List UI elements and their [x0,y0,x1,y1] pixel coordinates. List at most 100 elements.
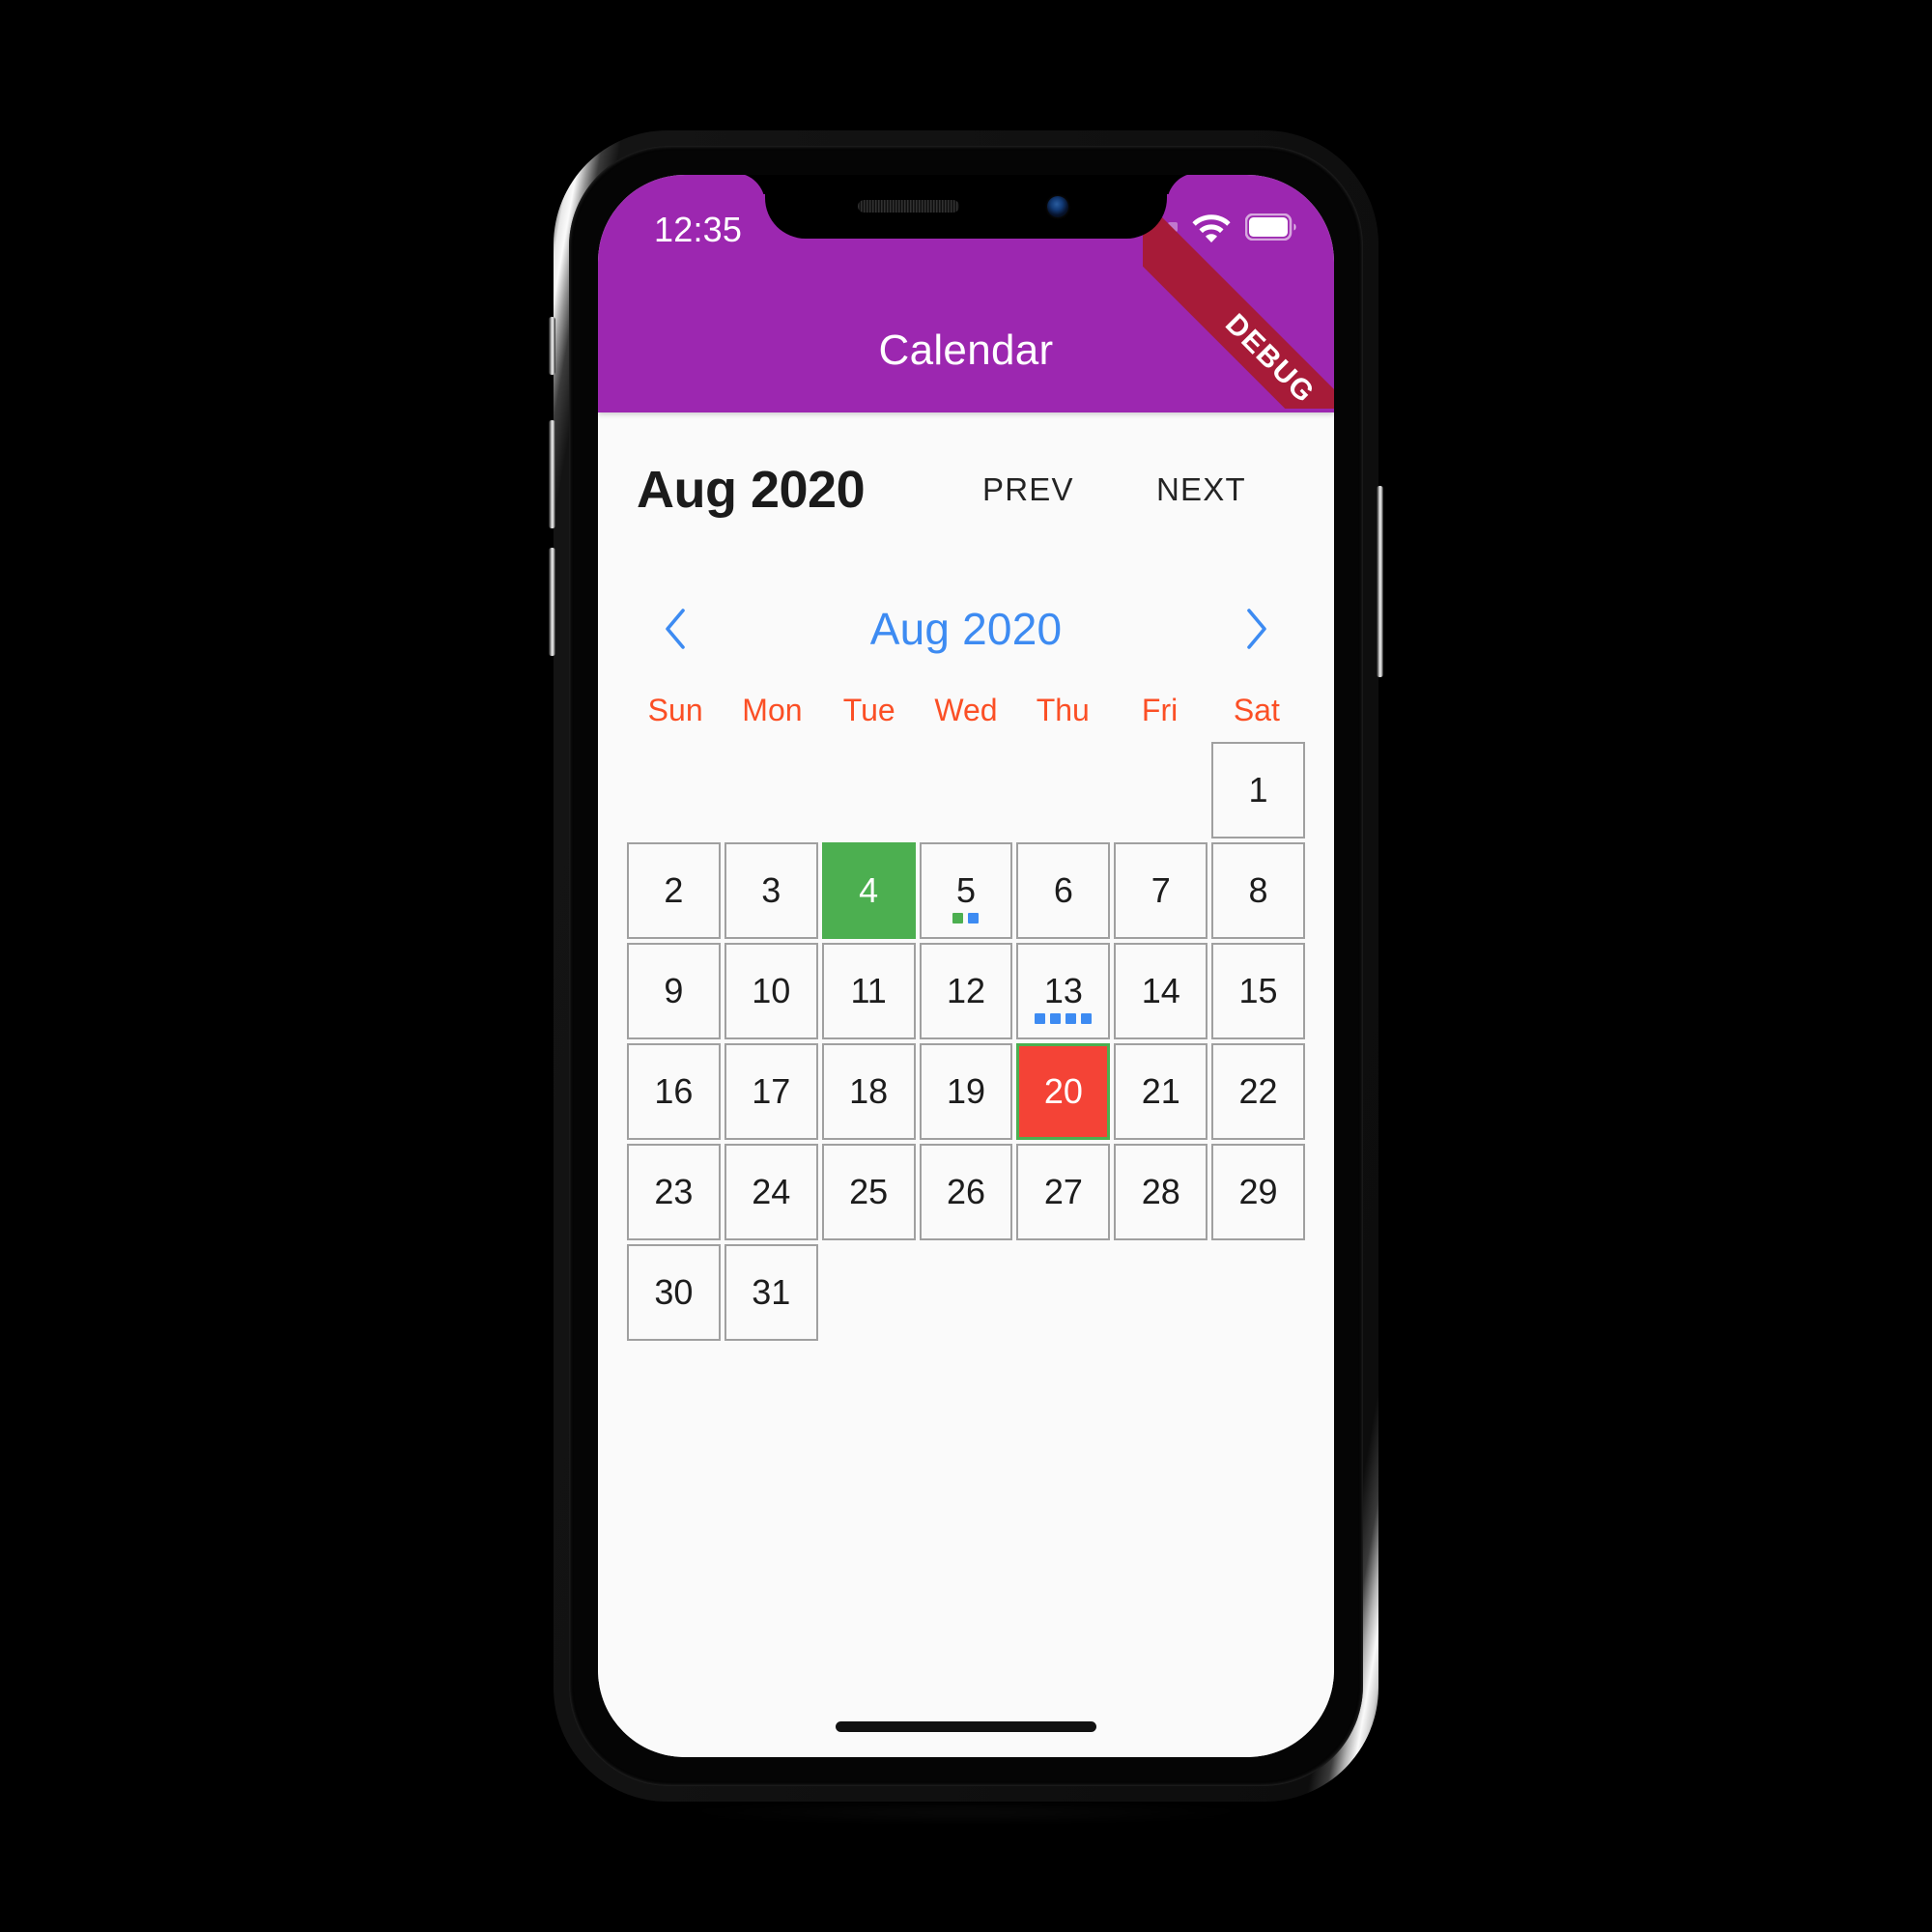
calendar-blank-cell [627,742,721,838]
weekday-label-sun: Sun [647,693,703,727]
volume-down-button[interactable] [549,548,555,656]
event-dot-icon [952,913,964,923]
phone-device-frame: 12:35 DEBUG Calendar Aug 2020 PREV NEXT … [549,130,1383,1802]
calendar-day-cell-28[interactable]: 28 [1114,1144,1208,1240]
app-content: Aug 2020 PREV NEXT Aug 2020 Sun Mon Tue … [598,412,1334,1757]
calendar-day-cell-31[interactable]: 31 [724,1244,818,1341]
calendar-day-number: 11 [850,971,887,1010]
weekday-label-mon: Mon [742,693,803,727]
event-dot-icon [968,913,980,923]
next-month-button[interactable]: NEXT [1156,471,1246,508]
calendar-day-number: 19 [946,1071,986,1111]
calendar-day-cell-6[interactable]: 6 [1016,842,1111,939]
device-bezel: 12:35 DEBUG Calendar Aug 2020 PREV NEXT … [569,146,1363,1786]
calendar-day-number: 8 [1248,870,1268,910]
calendar-day-cell-13[interactable]: 13 [1016,943,1111,1039]
calendar-day-number: 24 [752,1172,791,1211]
calendar-next-arrow-button[interactable] [1230,602,1284,656]
front-camera-icon [1047,196,1068,217]
event-dot-icon [1081,1013,1093,1024]
calendar-day-cell-4[interactable]: 4 [821,842,916,939]
calendar-day-cell-29[interactable]: 29 [1211,1144,1305,1240]
calendar-nav: Aug 2020 [627,582,1305,675]
weekday-label-wed: Wed [934,693,998,727]
mute-switch[interactable] [549,317,555,375]
calendar-day-cell-2[interactable]: 2 [627,842,721,939]
calendar-day-number: 2 [664,870,684,910]
calendar-day-cell-17[interactable]: 17 [724,1043,818,1140]
calendar-day-cell-16[interactable]: 16 [627,1043,721,1140]
wifi-icon [1192,214,1231,242]
calendar-day-cell-12[interactable]: 12 [919,943,1013,1039]
calendar-day-cell-27[interactable]: 27 [1016,1144,1111,1240]
calendar-day-cell-25[interactable]: 25 [821,1144,916,1240]
calendar-day-cell-7[interactable]: 7 [1114,842,1208,939]
calendar-day-number: 6 [1053,870,1073,910]
event-dot-icon [1050,1013,1062,1024]
calendar-day-cell-5[interactable]: 5 [919,842,1013,939]
calendar-widget: Aug 2020 Sun Mon Tue Wed Thu Fri Sat 123456789… [598,582,1334,1341]
calendar-day-number: 23 [654,1172,694,1211]
screenshot-canvas: 12:35 DEBUG Calendar Aug 2020 PREV NEXT … [0,0,1932,1932]
calendar-blank-cell [724,742,818,838]
event-marker-dots [1018,1013,1108,1024]
calendar-day-number: 14 [1141,971,1180,1010]
event-dot-icon [1065,1013,1077,1024]
calendar-day-number: 12 [946,971,986,1010]
calendar-blank-cell [920,742,1013,838]
calendar-day-number: 15 [1238,971,1278,1010]
calendar-day-number: 25 [849,1172,889,1211]
calendar-day-number: 17 [752,1071,791,1111]
power-button[interactable] [1377,486,1383,677]
calendar-prev-arrow-button[interactable] [648,602,702,656]
month-toolbar: Aug 2020 PREV NEXT [598,412,1334,567]
calendar-day-cell-20[interactable]: 20 [1016,1043,1111,1140]
calendar-day-number: 13 [1043,971,1083,1010]
calendar-day-cell-15[interactable]: 15 [1211,943,1305,1039]
calendar-day-number: 27 [1043,1172,1083,1211]
calendar-day-number: 26 [946,1172,986,1211]
calendar-day-number: 3 [761,870,781,910]
calendar-day-cell-26[interactable]: 26 [919,1144,1013,1240]
calendar-day-cell-23[interactable]: 23 [627,1144,721,1240]
calendar-day-number: 31 [752,1272,791,1312]
calendar-day-cell-9[interactable]: 9 [627,943,721,1039]
status-bar-time: 12:35 [654,210,743,249]
calendar-day-number: 7 [1151,870,1171,910]
calendar-day-cell-30[interactable]: 30 [627,1244,721,1341]
current-month-label: Aug 2020 [637,461,866,519]
device-notch [765,175,1167,239]
event-dot-icon [1035,1013,1046,1024]
chevron-left-icon [666,609,685,649]
weekday-header-row: Sun Mon Tue Wed Thu Fri Sat [627,693,1305,728]
calendar-day-cell-11[interactable]: 11 [821,943,916,1039]
weekday-label-sat: Sat [1233,693,1280,727]
calendar-day-cell-1[interactable]: 1 [1211,742,1305,838]
calendar-day-cell-14[interactable]: 14 [1114,943,1208,1039]
calendar-day-number: 30 [654,1272,694,1312]
calendar-day-cell-19[interactable]: 19 [919,1043,1013,1140]
calendar-day-number: 20 [1043,1071,1083,1111]
calendar-blank-cell [1114,742,1208,838]
calendar-day-cell-3[interactable]: 3 [724,842,818,939]
home-indicator[interactable] [836,1721,1096,1732]
volume-up-button[interactable] [549,420,555,528]
calendar-day-cell-10[interactable]: 10 [724,943,818,1039]
calendar-month-title: Aug 2020 [869,604,1063,654]
calendar-day-cell-18[interactable]: 18 [821,1043,916,1140]
calendar-day-cell-24[interactable]: 24 [724,1144,818,1240]
weekday-label-thu: Thu [1036,693,1090,727]
calendar-day-number: 29 [1238,1172,1278,1211]
prev-month-button[interactable]: PREV [982,471,1074,508]
weekday-label-fri: Fri [1141,693,1179,727]
calendar-day-number: 18 [849,1071,889,1111]
calendar-day-number: 21 [1141,1071,1180,1111]
calendar-day-cell-22[interactable]: 22 [1211,1043,1305,1140]
calendar-day-number: 1 [1248,770,1268,810]
calendar-day-cell-8[interactable]: 8 [1211,842,1305,939]
calendar-day-cell-21[interactable]: 21 [1114,1043,1208,1140]
chevron-right-icon [1247,609,1266,649]
calendar-day-number: 5 [955,870,976,910]
calendar-day-number: 10 [752,971,791,1010]
calendar-day-number: 9 [664,971,684,1010]
